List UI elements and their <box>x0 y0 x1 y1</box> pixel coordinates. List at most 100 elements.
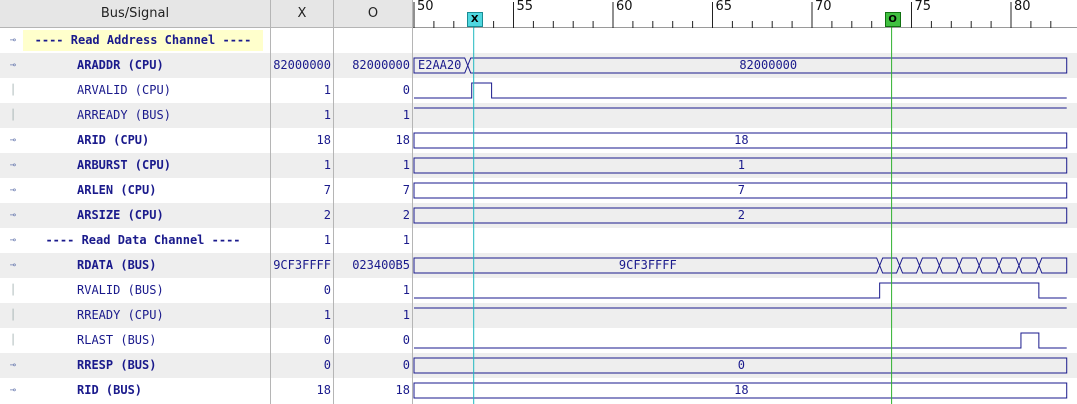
signal-name-list: ⊸ ---- Read Address Channel ---- ⊸ ARADDR (… <box>0 28 270 403</box>
signal-name[interactable]: ARVALID (CPU) <box>77 78 171 103</box>
bus-segment <box>879 257 901 274</box>
cursor-x-value: 0 <box>323 333 331 347</box>
value-row: 1 <box>271 153 333 178</box>
signal-name[interactable]: ARBURST (CPU) <box>77 153 171 178</box>
cursor-o-column-header[interactable]: O <box>334 0 412 28</box>
signal-row-arlen-cpu[interactable]: ⊸ ARLEN (CPU) <box>0 178 270 203</box>
signal-row-arready-bus[interactable]: │ ARREADY (BUS) <box>0 103 270 128</box>
value-row: 1 <box>334 153 412 178</box>
cursor-o-value: 82000000 <box>352 58 410 72</box>
group-label[interactable]: ---- Read Address Channel ---- <box>23 30 263 51</box>
cursor-x-value-column: X 82000000 1 1 18 1 7 2 1 9CF3FFFF 0 1 0 0 18 <box>271 0 334 404</box>
signal-row-rid-bus[interactable]: ⊸ RID (BUS) <box>0 378 270 403</box>
bit-waveform <box>414 282 1067 299</box>
expand-toggle-icon[interactable]: ⊸ <box>5 53 21 78</box>
cursor-x-value: 1 <box>323 83 331 97</box>
expand-toggle-icon[interactable]: ⊸ <box>5 203 21 228</box>
value-row: 18 <box>271 378 333 403</box>
bus-value-label: 18 <box>734 383 749 397</box>
value-row: 1 <box>271 303 333 328</box>
signal-row-rresp-bus[interactable]: ⊸ RRESP (BUS) <box>0 353 270 378</box>
value-row: 0 <box>334 78 412 103</box>
signal-column-header[interactable]: Bus/Signal <box>0 0 270 28</box>
value-row: 7 <box>271 178 333 203</box>
cursor-x-value: 82000000 <box>273 58 331 72</box>
bus-segment <box>1018 257 1040 274</box>
cursor-x-value: 7 <box>323 183 331 197</box>
expand-toggle-icon[interactable]: ⊸ <box>5 353 21 378</box>
value-row: 0 <box>334 328 412 353</box>
cursor-o-value: 0 <box>402 83 410 97</box>
tree-line-icon: │ <box>9 285 17 296</box>
waveform-pane[interactable]: 50 55 60 65 70 75 80 E2AA20 82000000 18 1 7 2 9CF3FF… <box>413 0 1077 404</box>
value-row: 82000000 <box>271 53 333 78</box>
value-row <box>271 28 333 53</box>
value-row: 18 <box>334 378 412 403</box>
signal-name[interactable]: ARREADY (BUS) <box>77 103 171 128</box>
group-label[interactable]: ---- Read Data Channel ---- <box>23 228 263 253</box>
expand-toggle-icon[interactable]: ⊸ <box>5 153 21 178</box>
signal-name[interactable]: ARADDR (CPU) <box>77 53 164 78</box>
signal-name[interactable]: RVALID (BUS) <box>77 278 164 303</box>
value-row: 82000000 <box>334 53 412 78</box>
signal-row-read-data-channel[interactable]: ⊸ ---- Read Data Channel ---- <box>0 228 270 253</box>
value-row: 0 <box>271 353 333 378</box>
cursor-x-column-header[interactable]: X <box>271 0 333 28</box>
cursor-x-marker[interactable]: X <box>466 12 483 27</box>
value-row: 0 <box>271 328 333 353</box>
bus-segment <box>958 257 980 274</box>
value-row: 023400B5 <box>334 253 412 278</box>
signal-row-arid-cpu[interactable]: ⊸ ARID (CPU) <box>0 128 270 153</box>
signal-row-arburst-cpu[interactable]: ⊸ ARBURST (CPU) <box>0 153 270 178</box>
bus-value-label: E2AA20 <box>418 58 462 72</box>
bus-segment <box>978 257 1000 274</box>
value-row: 0 <box>334 353 412 378</box>
tree-line-icon: │ <box>9 85 17 96</box>
cursor-o-value-column: O 82000000 0 1 18 1 7 2 1 023400B5 1 1 0 0 18 <box>334 0 413 404</box>
expand-toggle-icon[interactable]: ⊸ <box>5 228 21 253</box>
value-row: 2 <box>271 203 333 228</box>
cursor-x-value: 1 <box>323 308 331 322</box>
bus-value-label: 1 <box>737 158 745 172</box>
cursor-o-value: 7 <box>402 183 410 197</box>
cursor-x-value: 1 <box>323 108 331 122</box>
signal-row-rready-cpu[interactable]: │ RREADY (CPU) <box>0 303 270 328</box>
expand-toggle-icon[interactable]: ⊸ <box>5 253 21 278</box>
expand-toggle-icon[interactable]: ⊸ <box>5 28 21 53</box>
cursor-x-value: 18 <box>316 383 331 397</box>
signal-row-read-address-channel[interactable]: ⊸ ---- Read Address Channel ---- <box>0 28 270 53</box>
value-row: 7 <box>334 178 412 203</box>
signal-name[interactable]: RREADY (CPU) <box>77 303 164 328</box>
signal-name[interactable]: ARID (CPU) <box>77 128 149 153</box>
signal-row-arvalid-cpu[interactable]: │ ARVALID (CPU) <box>0 78 270 103</box>
value-row <box>334 28 412 53</box>
cursor-o-value: 1 <box>402 108 410 122</box>
cursor-o-value: 2 <box>402 208 410 222</box>
signal-name[interactable]: RDATA (BUS) <box>77 253 156 278</box>
signal-name[interactable]: ARLEN (CPU) <box>77 178 156 203</box>
signal-name[interactable]: ARSIZE (CPU) <box>77 203 164 228</box>
waveform-viewer: Bus/Signal ⊸ ---- Read Address Channel --… <box>0 0 1077 404</box>
signal-row-araddr-cpu[interactable]: ⊸ ARADDR (CPU) <box>0 53 270 78</box>
bus-value-label: 7 <box>737 183 745 197</box>
expand-toggle-icon[interactable]: ⊸ <box>5 128 21 153</box>
signal-row-arsize-cpu[interactable]: ⊸ ARSIZE (CPU) <box>0 203 270 228</box>
value-row: 0 <box>271 278 333 303</box>
signal-name[interactable]: RID (BUS) <box>77 378 142 403</box>
cursor-x-value: 1 <box>323 233 331 247</box>
cursor-o-marker[interactable]: O <box>884 12 901 27</box>
bus-value-label: 0 <box>737 358 745 372</box>
expand-toggle-icon[interactable]: ⊸ <box>5 178 21 203</box>
bus-segment <box>918 257 940 274</box>
bit-waveform <box>414 332 1067 349</box>
bus-segment <box>899 257 920 274</box>
bus-segment <box>998 257 1020 274</box>
signal-name[interactable]: RLAST (BUS) <box>77 328 156 353</box>
signal-row-rlast-bus[interactable]: │ RLAST (BUS) <box>0 328 270 353</box>
signal-row-rdata-bus[interactable]: ⊸ RDATA (BUS) <box>0 253 270 278</box>
value-row: 18 <box>271 128 333 153</box>
signal-name-column: Bus/Signal ⊸ ---- Read Address Channel --… <box>0 0 271 404</box>
signal-name[interactable]: RRESP (BUS) <box>77 353 156 378</box>
expand-toggle-icon[interactable]: ⊸ <box>5 378 21 403</box>
signal-row-rvalid-bus[interactable]: │ RVALID (BUS) <box>0 278 270 303</box>
